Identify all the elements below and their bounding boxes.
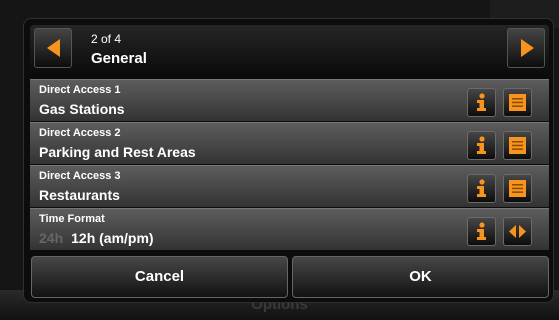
setting-label: Direct Access 1 bbox=[39, 84, 121, 96]
list-button[interactable] bbox=[503, 131, 532, 160]
setting-row-time-format[interactable]: Time Format 24h 12h (am/pm) bbox=[30, 208, 549, 250]
ok-button[interactable]: OK bbox=[292, 256, 549, 298]
setting-row-direct-access-3[interactable]: Direct Access 3 Restaurants bbox=[30, 165, 549, 207]
toggle-button[interactable] bbox=[503, 217, 532, 246]
cancel-button[interactable]: Cancel bbox=[31, 256, 288, 298]
list-icon bbox=[509, 137, 526, 154]
setting-value: Parking and Rest Areas bbox=[39, 144, 196, 160]
setting-value: Restaurants bbox=[39, 187, 120, 203]
next-page-button[interactable] bbox=[507, 28, 545, 68]
toggle-arrows-icon bbox=[509, 225, 526, 238]
list-button[interactable] bbox=[503, 174, 532, 203]
dialog-header: 2 of 4 General bbox=[30, 25, 549, 77]
setting-label: Direct Access 2 bbox=[39, 127, 121, 139]
setting-label: Direct Access 3 bbox=[39, 170, 121, 182]
setting-row-direct-access-2[interactable]: Direct Access 2 Parking and Rest Areas bbox=[30, 122, 549, 164]
list-icon bbox=[509, 94, 526, 111]
info-icon bbox=[477, 136, 486, 154]
info-button[interactable] bbox=[467, 131, 496, 160]
settings-dialog: 2 of 4 General Direct Access 1 Gas Stati… bbox=[23, 18, 554, 303]
list-button[interactable] bbox=[503, 88, 532, 117]
info-icon bbox=[477, 93, 486, 111]
info-button[interactable] bbox=[467, 217, 496, 246]
setting-value: Gas Stations bbox=[39, 101, 125, 117]
arrow-right-icon bbox=[521, 39, 534, 57]
inactive-option: 24h bbox=[39, 230, 64, 246]
page-title: General bbox=[91, 50, 147, 67]
info-button[interactable] bbox=[467, 174, 496, 203]
page-indicator: 2 of 4 bbox=[91, 32, 122, 46]
prev-page-button[interactable] bbox=[34, 28, 72, 68]
arrow-left-icon bbox=[47, 39, 60, 57]
setting-label: Time Format bbox=[39, 213, 105, 225]
info-icon bbox=[477, 179, 486, 197]
info-button[interactable] bbox=[467, 88, 496, 117]
info-icon bbox=[477, 222, 486, 240]
list-icon bbox=[509, 180, 526, 197]
setting-row-direct-access-1[interactable]: Direct Access 1 Gas Stations bbox=[30, 79, 549, 121]
setting-value: 24h 12h (am/pm) bbox=[39, 230, 154, 246]
active-option: 12h (am/pm) bbox=[71, 230, 154, 246]
